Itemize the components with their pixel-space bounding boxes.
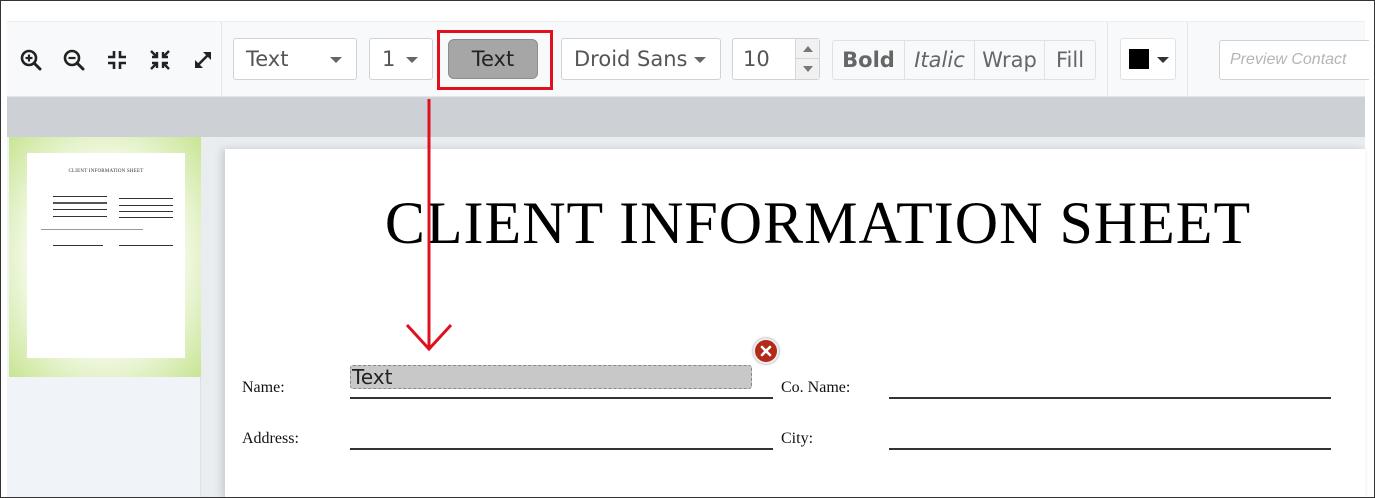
fill-button[interactable]: Fill — [1045, 41, 1095, 79]
font-size-input[interactable]: 10 — [732, 38, 820, 80]
page-select[interactable]: 1 — [369, 38, 433, 80]
document-viewer: CLIENT INFORMATION SHEET Name: Co. Name:… — [201, 137, 1365, 497]
bold-button[interactable]: Bold — [833, 41, 905, 79]
font-select-value: Droid Sans — [574, 47, 688, 71]
thumbnail-line — [53, 209, 107, 210]
color-picker[interactable] — [1120, 38, 1176, 80]
text-format-group: Bold Italic Wrap Fill — [832, 40, 1096, 80]
zoom-out-icon[interactable] — [60, 44, 88, 76]
toolbar: Text 1 Text Droid Sans 10 Bold Italic Wr… — [7, 21, 1369, 98]
toolbar-divider — [1187, 22, 1188, 98]
thumbnail-line — [119, 245, 173, 246]
thumbnail-panel: CLIENT INFORMATION SHEET — [7, 137, 201, 497]
co-name-line — [889, 397, 1331, 399]
fullscreen-icon[interactable] — [189, 44, 217, 76]
viewer-header-band — [7, 97, 1365, 137]
zoom-in-icon[interactable] — [17, 44, 45, 76]
page-select-value: 1 — [382, 47, 396, 71]
increment-icon[interactable] — [795, 39, 819, 59]
document-page: CLIENT INFORMATION SHEET Name: Co. Name:… — [225, 149, 1365, 497]
city-line — [889, 448, 1331, 450]
preview-contact-input[interactable]: Preview Contact — [1219, 40, 1369, 80]
co-name-label: Co. Name: — [781, 379, 851, 396]
placed-text-field[interactable]: Text — [350, 365, 752, 389]
font-size-value: 10 — [743, 47, 770, 71]
address-label: Address: — [242, 430, 299, 447]
thumbnail-line — [53, 196, 107, 197]
field-type-value: Text — [246, 47, 289, 71]
chevron-down-icon — [1157, 57, 1169, 63]
document-title: CLIENT INFORMATION SHEET — [384, 190, 1252, 256]
font-select[interactable]: Droid Sans — [561, 38, 721, 80]
thumbnail-selected-highlight: CLIENT INFORMATION SHEET — [9, 137, 201, 377]
thumbnail-line — [119, 205, 173, 206]
chevron-down-icon — [330, 57, 342, 63]
thumbnail-title: CLIENT INFORMATION SHEET — [68, 169, 144, 174]
city-label: City: — [781, 430, 814, 447]
italic-button[interactable]: Italic — [905, 41, 975, 79]
fit-page-icon[interactable] — [146, 44, 174, 76]
thumbnail-line — [119, 217, 173, 218]
chevron-down-icon — [406, 57, 418, 63]
thumbnail-line — [41, 229, 143, 230]
chevron-down-icon — [694, 57, 706, 63]
thumbnail-line — [119, 211, 173, 212]
app-frame: Text 1 Text Droid Sans 10 Bold Italic Wr… — [0, 0, 1375, 498]
add-text-field-button[interactable]: Text — [448, 39, 538, 79]
thumbnail-line — [53, 245, 103, 246]
zoom-controls — [17, 44, 217, 76]
name-label: Name: — [242, 379, 285, 396]
fit-width-icon[interactable] — [103, 44, 131, 76]
page-thumbnail[interactable]: CLIENT INFORMATION SHEET — [27, 153, 185, 358]
name-line — [350, 397, 773, 399]
remove-field-icon[interactable] — [753, 338, 779, 364]
thumbnail-line — [53, 202, 107, 204]
address-line — [350, 448, 773, 450]
toolbar-divider — [221, 22, 222, 98]
color-swatch — [1129, 49, 1149, 69]
toolbar-divider — [1107, 22, 1108, 98]
wrap-button[interactable]: Wrap — [975, 41, 1045, 79]
thumbnail-line — [119, 198, 173, 199]
thumbnail-line — [53, 216, 107, 217]
decrement-icon[interactable] — [795, 59, 819, 79]
field-type-select[interactable]: Text — [233, 38, 357, 80]
